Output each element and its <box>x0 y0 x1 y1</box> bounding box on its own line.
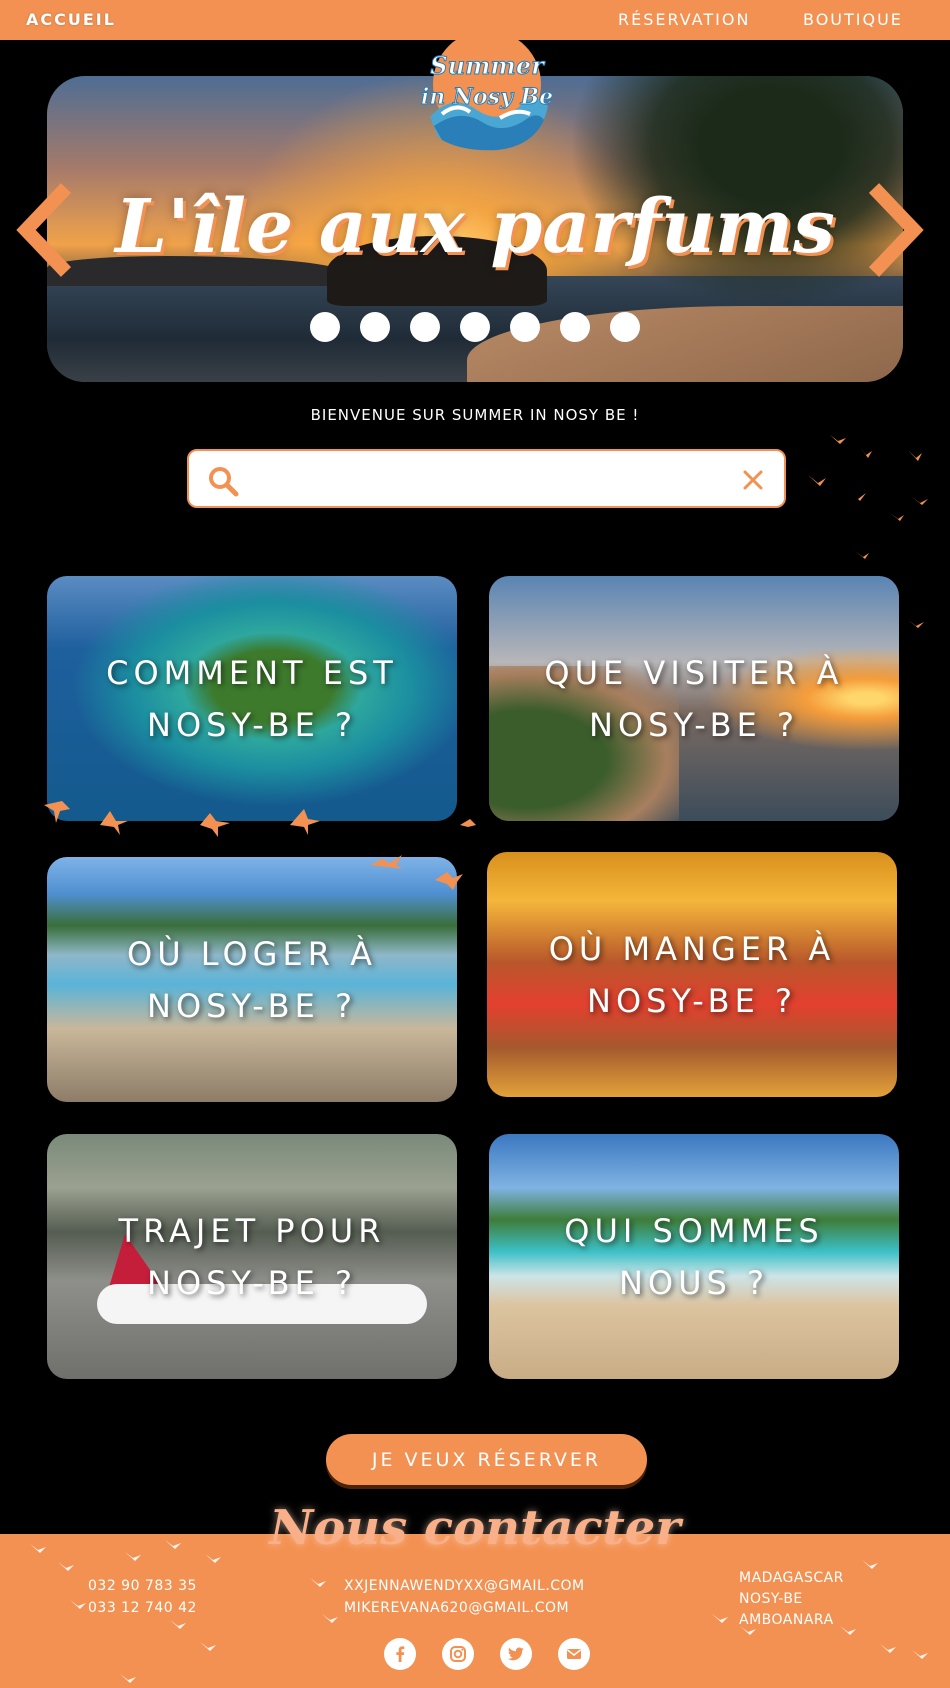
carousel-prev-arrow[interactable] <box>16 180 76 280</box>
card-label: OÙ LOGER À NOSY-BE ? <box>127 934 377 1025</box>
email-address[interactable]: XXJENNAWENDYXX@GMAIL.COM <box>344 1575 585 1597</box>
address-line: NOSY-BE <box>739 1591 803 1607</box>
close-icon[interactable] <box>741 468 765 492</box>
card-trajet[interactable]: TRAJET POUR NOSY-BE ? <box>47 1134 457 1379</box>
search-input[interactable] <box>253 463 713 495</box>
instagram-icon[interactable] <box>442 1638 474 1670</box>
card-ou-loger[interactable]: OÙ LOGER À NOSY-BE ? <box>47 857 457 1102</box>
carousel-dot-5[interactable] <box>510 312 540 342</box>
card-label: COMMENT EST NOSY-BE ? <box>106 653 398 744</box>
address-line: MADAGASCAR <box>739 1570 844 1586</box>
card-label: TRAJET POUR NOSY-BE ? <box>118 1211 386 1302</box>
nav-home-link[interactable]: ACCUEIL <box>26 10 116 29</box>
carousel-dot-6[interactable] <box>560 312 590 342</box>
contact-title: Nous contacter <box>269 1500 681 1556</box>
carousel-dot-1[interactable] <box>310 312 340 342</box>
chevron-right-icon <box>868 183 924 277</box>
nav-shop-link[interactable]: BOUTIQUE <box>803 10 903 29</box>
search-bar <box>187 449 786 508</box>
mail-icon[interactable] <box>558 1638 590 1670</box>
card-comment-est-nosy-be[interactable]: COMMENT EST NOSY-BE ? <box>47 576 457 821</box>
carousel-dot-2[interactable] <box>360 312 390 342</box>
card-ou-manger[interactable]: OÙ MANGER À NOSY-BE ? <box>487 852 897 1097</box>
svg-text:Summer: Summer <box>430 51 546 80</box>
card-label: QUE VISITER À NOSY-BE ? <box>544 653 844 744</box>
card-que-visiter[interactable]: QUE VISITER À NOSY-BE ? <box>489 576 899 821</box>
search-icon[interactable] <box>207 465 239 497</box>
email-address[interactable]: MIKEREVANA620@GMAIL.COM <box>344 1597 585 1619</box>
email-list: XXJENNAWENDYXX@GMAIL.COM MIKEREVANA620@G… <box>344 1575 585 1619</box>
welcome-text: BIENVENUE SUR SUMMER IN NOSY BE ! <box>310 406 640 424</box>
logo-wave-icon: Summer in Nosy Be <box>420 30 554 151</box>
card-label: QUI SOMMES NOUS ? <box>564 1211 824 1302</box>
address-line: AMBOANARA <box>739 1612 834 1628</box>
carousel-next-arrow[interactable] <box>864 180 924 280</box>
phone-number[interactable]: 032 90 783 35 <box>88 1575 197 1597</box>
carousel-dot-7[interactable] <box>610 312 640 342</box>
card-label: OÙ MANGER À NOSY-BE ? <box>548 929 836 1020</box>
reserve-button[interactable]: JE VEUX RÉSERVER <box>326 1434 647 1485</box>
card-qui-sommes-nous[interactable]: QUI SOMMES NOUS ? <box>489 1134 899 1379</box>
carousel-dots <box>47 312 903 342</box>
chevron-left-icon <box>16 183 72 277</box>
social-links <box>384 1638 590 1670</box>
svg-text:in Nosy Be: in Nosy Be <box>421 84 553 110</box>
carousel-dot-4[interactable] <box>460 312 490 342</box>
twitter-icon[interactable] <box>500 1638 532 1670</box>
phone-number[interactable]: 033 12 740 42 <box>88 1597 197 1619</box>
address-block: MADAGASCAR NOSY-BE AMBOANARA <box>739 1568 844 1631</box>
site-logo[interactable]: Summer in Nosy Be <box>412 22 562 162</box>
facebook-icon[interactable] <box>384 1638 416 1670</box>
phone-list: 032 90 783 35 033 12 740 42 <box>88 1575 197 1619</box>
carousel-dot-3[interactable] <box>410 312 440 342</box>
nav-reservation-link[interactable]: RÉSERVATION <box>618 10 750 29</box>
hero-title: L'île aux parfums <box>115 184 835 270</box>
